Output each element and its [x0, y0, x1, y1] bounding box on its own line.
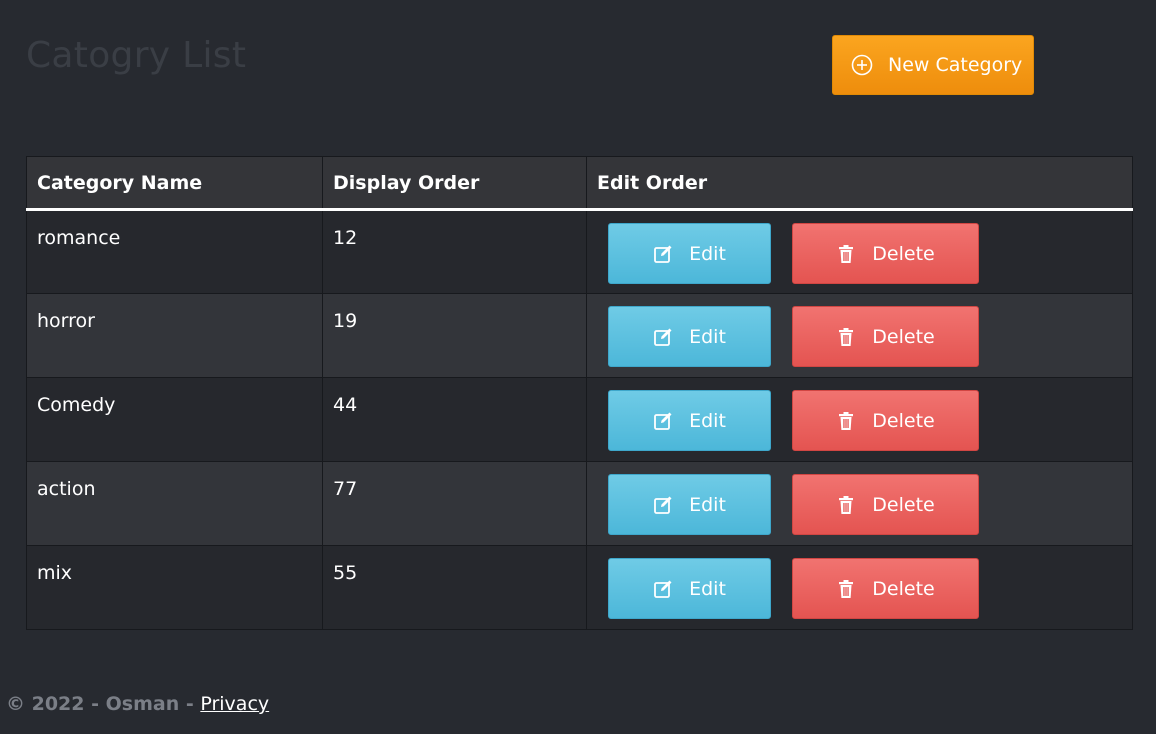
trash-icon: [836, 327, 856, 347]
edit-label: Edit: [689, 577, 726, 600]
actions-cell: Edit Delete: [586, 461, 1133, 546]
edit-label: Edit: [689, 409, 726, 432]
delete-button[interactable]: Delete: [792, 390, 979, 451]
column-header-category-name: Category Name: [26, 156, 323, 211]
new-category-button[interactable]: New Category: [832, 35, 1034, 95]
page: Catogry List New Category Category Name …: [0, 0, 1156, 734]
edit-button[interactable]: Edit: [608, 306, 771, 367]
trash-icon: [836, 579, 856, 599]
table-body: romance 12 Edit Delete horror 19 Edit Delete Com…: [26, 209, 1133, 630]
delete-label: Delete: [872, 242, 935, 265]
actions-cell: Edit Delete: [586, 293, 1133, 378]
table-row: romance 12 Edit Delete: [26, 209, 1133, 294]
delete-label: Delete: [872, 409, 935, 432]
pencil-square-icon: [653, 579, 673, 599]
edit-button[interactable]: Edit: [608, 390, 771, 451]
pencil-square-icon: [653, 244, 673, 264]
delete-button[interactable]: Delete: [792, 558, 979, 619]
table-row: action 77 Edit Delete: [26, 461, 1133, 546]
edit-label: Edit: [689, 242, 726, 265]
delete-label: Delete: [872, 493, 935, 516]
pencil-square-icon: [653, 495, 673, 515]
table-header-row: Category Name Display Order Edit Order: [26, 156, 1133, 211]
delete-label: Delete: [872, 577, 935, 600]
trash-icon: [836, 411, 856, 431]
display-order-cell: 77: [322, 461, 587, 546]
footer-copyright: © 2022 - Osman -: [6, 693, 201, 715]
table-row: Comedy 44 Edit Delete: [26, 377, 1133, 462]
table-row: mix 55 Edit Delete: [26, 545, 1133, 630]
display-order-cell: 12: [322, 209, 587, 294]
category-name-cell: action: [26, 461, 323, 546]
edit-label: Edit: [689, 493, 726, 516]
display-order-cell: 44: [322, 377, 587, 462]
actions-cell: Edit Delete: [586, 545, 1133, 630]
trash-icon: [836, 495, 856, 515]
column-header-display-order: Display Order: [322, 156, 587, 211]
display-order-cell: 19: [322, 293, 587, 378]
delete-label: Delete: [872, 325, 935, 348]
edit-button[interactable]: Edit: [608, 558, 771, 619]
category-name-cell: romance: [26, 209, 323, 294]
actions-cell: Edit Delete: [586, 209, 1133, 294]
new-category-label: New Category: [888, 54, 1023, 76]
edit-button[interactable]: Edit: [608, 223, 771, 284]
category-name-cell: mix: [26, 545, 323, 630]
table-row: horror 19 Edit Delete: [26, 293, 1133, 378]
edit-label: Edit: [689, 325, 726, 348]
privacy-link[interactable]: Privacy: [200, 693, 269, 715]
pencil-square-icon: [653, 327, 673, 347]
actions-cell: Edit Delete: [586, 377, 1133, 462]
category-name-cell: horror: [26, 293, 323, 378]
pencil-square-icon: [653, 411, 673, 431]
column-header-edit-order: Edit Order: [586, 156, 1133, 211]
page-title: Catogry List: [26, 35, 247, 76]
category-table: Category Name Display Order Edit Order r…: [26, 156, 1133, 630]
delete-button[interactable]: Delete: [792, 306, 979, 367]
edit-button[interactable]: Edit: [608, 474, 771, 535]
delete-button[interactable]: Delete: [792, 474, 979, 535]
category-table-container: Category Name Display Order Edit Order r…: [26, 156, 1133, 630]
trash-icon: [836, 244, 856, 264]
footer: © 2022 - Osman - Privacy: [6, 693, 269, 715]
category-name-cell: Comedy: [26, 377, 323, 462]
delete-button[interactable]: Delete: [792, 223, 979, 284]
plus-circle-icon: [851, 54, 873, 76]
display-order-cell: 55: [322, 545, 587, 630]
